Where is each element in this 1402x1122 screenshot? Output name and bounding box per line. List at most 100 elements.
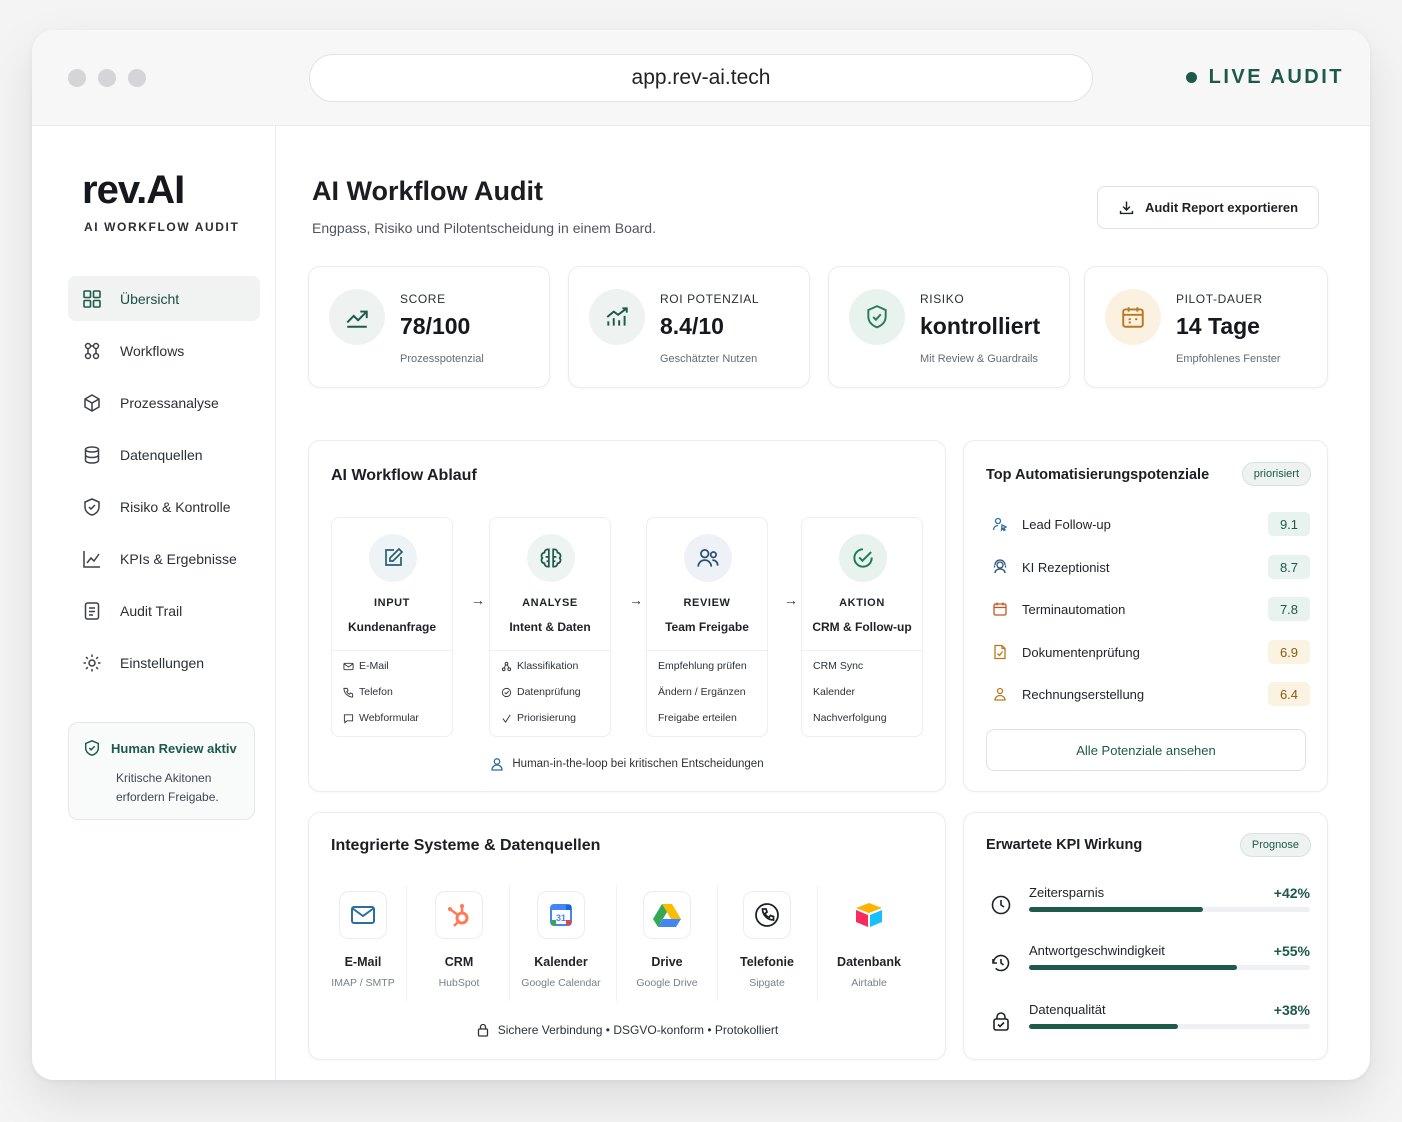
gear-icon: [83, 654, 101, 671]
page-subtitle: Engpass, Risiko und Pilotentscheidung in…: [312, 220, 656, 236]
system-sub: Google Drive: [636, 977, 698, 989]
sidebar-item-label: Audit Trail: [120, 602, 183, 619]
system-drive[interactable]: Drive Google Drive: [623, 885, 711, 1003]
phone-icon: [343, 687, 354, 698]
kpi-progress-track: [1029, 965, 1310, 970]
app-logo[interactable]: rev.AI: [82, 168, 185, 213]
kpi-progress-fill: [1029, 907, 1204, 912]
sidebar-item-risiko[interactable]: Risiko & Kontrolle: [68, 484, 260, 529]
check-circle-icon: [839, 534, 887, 582]
calendar-icon: [993, 602, 1007, 616]
sidebar-item-workflows[interactable]: Workflows: [68, 328, 260, 373]
system-email[interactable]: E-Mail IMAP / SMTP: [319, 885, 407, 1003]
lock-icon: [477, 1023, 488, 1037]
workflow-icon: [84, 342, 100, 359]
potential-row[interactable]: Dokumentenprüfung 6.9: [986, 637, 1310, 667]
all-potentials-button[interactable]: Alle Potenziale ansehen: [986, 729, 1306, 771]
edit-icon: [369, 534, 417, 582]
app-logo-subtitle: AI WORKFLOW AUDIT: [84, 220, 240, 234]
sidebar-item-datenquellen[interactable]: Datenquellen: [68, 432, 260, 477]
sidebar-item-kpis[interactable]: KPIs & Ergebnisse: [68, 536, 260, 581]
stat-value: 78/100: [400, 313, 471, 339]
kpi-value: +38%: [1273, 1002, 1310, 1018]
kpi-value: +42%: [1273, 885, 1310, 901]
sidebar-item-label: Risiko & Kontrolle: [120, 498, 231, 515]
document-icon: [84, 601, 100, 620]
system-sub: Google Calendar: [521, 977, 601, 989]
stat-card-score: SCORE 78/100 Prozesspotenzial: [308, 266, 550, 388]
shield-check-icon: [849, 289, 905, 345]
system-telefonie[interactable]: Telefonie Sipgate: [723, 885, 811, 1003]
systems-card: Integrierte Systeme & Datenquellen E-Mai…: [308, 812, 946, 1060]
potential-row[interactable]: Terminautomation 7.8: [986, 594, 1310, 624]
url-text: app.rev-ai.tech: [631, 66, 771, 89]
classify-icon: [501, 661, 512, 671]
potentials-card: Top Automatisierungspotenziale priorisie…: [963, 440, 1328, 792]
sidebar-item-einstellungen[interactable]: Einstellungen: [68, 640, 260, 685]
flow-step-analyse[interactable]: ANALYSE Intent & Daten Klassifikation Da…: [489, 517, 611, 737]
main-content: AI Workflow Audit Engpass, Risiko und Pi…: [276, 126, 1370, 1080]
sidebar: rev.AI AI WORKFLOW AUDIT Übersicht Workf…: [32, 126, 276, 1080]
kpi-row: Antwortgeschwindigkeit +55%: [986, 943, 1310, 993]
flow-item: Nachverfolgung: [813, 712, 887, 724]
potential-row[interactable]: KI Rezeptionist 8.7: [986, 552, 1310, 582]
stat-sub: Geschätzter Nutzen: [660, 353, 758, 365]
stat-card-pilot: PILOT-DAUER 14 Tage Empfohlenes Fenster: [1084, 266, 1328, 388]
stat-value: kontrolliert: [920, 313, 1041, 339]
priority-icon: [502, 714, 511, 723]
flow-arrow-icon: →: [784, 592, 798, 608]
export-report-button[interactable]: Audit Report exportieren: [1097, 186, 1319, 229]
stat-value: 14 Tage: [1176, 313, 1260, 339]
kpi-progress-track: [1029, 1024, 1310, 1029]
potential-score: 9.1: [1268, 512, 1310, 536]
airtable-icon: [845, 891, 893, 939]
calendar-icon: [1105, 289, 1161, 345]
flow-item: Telefon: [343, 686, 393, 698]
flow-step-aktion[interactable]: AKTION CRM & Follow-up CRM Sync Kalender…: [801, 517, 923, 737]
potential-row[interactable]: Rechnungserstellung 6.4: [986, 679, 1310, 709]
potentials-title: Top Automatisierungspotenziale: [986, 467, 1210, 483]
system-name: Drive: [651, 955, 683, 969]
kpi-progress-fill: [1029, 965, 1237, 970]
cube-icon: [84, 393, 100, 412]
window-maximize-dot[interactable]: [128, 69, 146, 87]
window-close-dot[interactable]: [68, 69, 86, 87]
system-datenbank[interactable]: Datenbank Airtable: [825, 885, 913, 1003]
kpi-name: Zeitersparnis: [1029, 885, 1105, 900]
flow-item: CRM Sync: [813, 660, 864, 672]
system-kalender[interactable]: 31 Kalender Google Calendar: [517, 885, 605, 1003]
stat-label: ROI POTENZIAL: [660, 292, 760, 306]
browser-titlebar: app.rev-ai.tech LIVE AUDIT: [32, 30, 1370, 126]
system-sub: HubSpot: [438, 977, 480, 989]
potential-name: Rechnungserstellung: [1022, 686, 1145, 702]
system-crm[interactable]: CRM HubSpot: [415, 885, 503, 1003]
sidebar-item-audit-trail[interactable]: Audit Trail: [68, 588, 260, 633]
flow-arrow-icon: →: [471, 592, 485, 608]
flow-arrow-icon: →: [629, 592, 643, 608]
human-review-title: Human Review aktiv: [111, 740, 237, 756]
trend-up-icon: [329, 289, 385, 345]
flow-step-input[interactable]: INPUT Kundenanfrage E-Mail Telefon Webfo…: [331, 517, 453, 737]
url-bar[interactable]: app.rev-ai.tech: [309, 54, 1093, 102]
flow-step-stage: ANALYSE: [522, 597, 578, 609]
human-review-text: Kritische Akitonen erfordern Freigabe.: [116, 771, 219, 804]
sidebar-item-prozessanalyse[interactable]: Prozessanalyse: [68, 380, 260, 425]
stat-sub: Mit Review & Guardrails: [920, 353, 1038, 365]
sidebar-item-uebersicht[interactable]: Übersicht: [68, 276, 260, 321]
flow-item: Freigabe erteilen: [658, 712, 737, 724]
potential-name: Terminautomation: [1022, 601, 1126, 617]
potential-name: Dokumentenprüfung: [1022, 644, 1140, 660]
kpi-value: +55%: [1273, 943, 1310, 959]
window-minimize-dot[interactable]: [98, 69, 116, 87]
system-name: CRM: [444, 955, 474, 969]
live-audit-label: LIVE AUDIT: [1208, 66, 1344, 88]
data-quality-icon: [993, 1012, 1009, 1031]
kpi-row: Zeitersparnis +42%: [986, 885, 1310, 935]
flow-step-stage: AKTION: [839, 597, 885, 609]
flow-item: Webformular: [343, 712, 419, 724]
potential-row[interactable]: Lead Follow-up 9.1: [986, 509, 1310, 539]
chat-icon: [343, 713, 354, 724]
flow-step-stage: REVIEW: [683, 597, 731, 609]
brain-icon: [527, 534, 575, 582]
flow-step-review[interactable]: REVIEW Team Freigabe Empfehlung prüfen Ä…: [646, 517, 768, 737]
